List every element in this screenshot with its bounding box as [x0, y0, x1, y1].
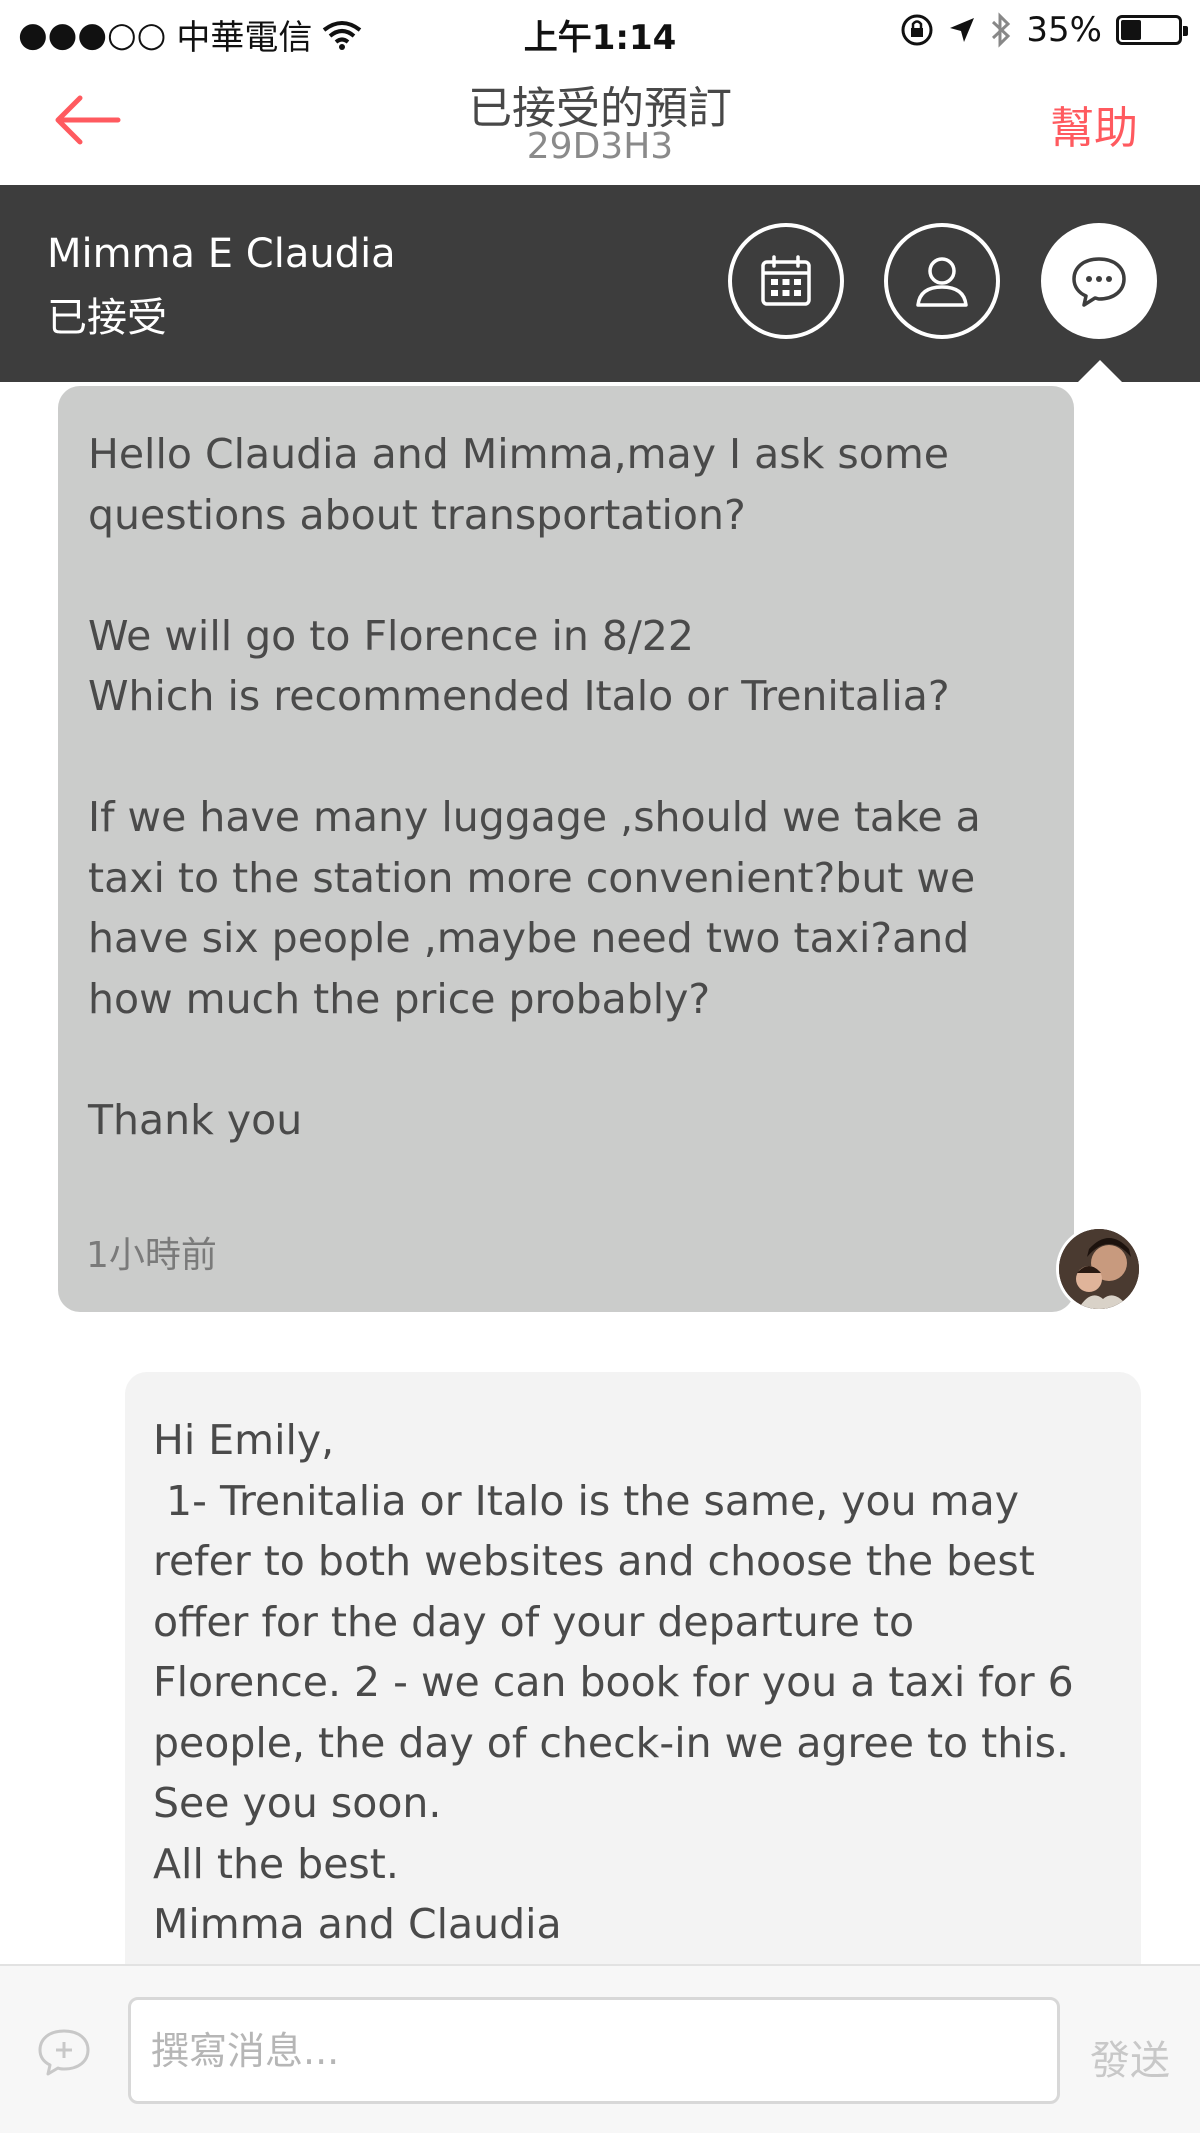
battery-percentage: 35%	[1026, 10, 1102, 50]
outgoing-message: Hi Emily, 1- Trenitalia or Italo is the …	[125, 1372, 1141, 1964]
status-bar: ●●●○○ 中華電信 上午1:14 35%	[0, 0, 1200, 60]
orientation-lock-icon	[901, 14, 933, 46]
status-bar-right: 35%	[900, 10, 1188, 50]
guest-profile-button[interactable]	[884, 223, 1000, 339]
help-button[interactable]: 幫助	[1050, 92, 1138, 156]
message-text: Hello Claudia and Mimma,may I ask some q…	[88, 430, 981, 1144]
guest-name: Mimma E Claudia	[47, 231, 396, 277]
reservation-status: 已接受	[47, 295, 167, 341]
confirmation-code: 29D3H3	[526, 126, 674, 167]
navigation-bar: 已接受的預訂 29D3H3 幫助	[0, 60, 1200, 185]
message-input[interactable]	[128, 1997, 1060, 2104]
active-tab-indicator	[1078, 360, 1122, 382]
messages-button[interactable]	[1041, 223, 1157, 339]
message-text: Hi Emily, 1- Trenitalia or Italo is the …	[153, 1416, 1074, 1948]
reservation-header: Mimma E Claudia 已接受	[0, 185, 1200, 382]
message-thread[interactable]: Hello Claudia and Mimma,may I ask some q…	[0, 382, 1200, 1964]
send-button[interactable]: 發送	[1090, 2028, 1170, 2086]
message-timestamp: 1小時前	[86, 1234, 217, 1276]
calendar-icon	[761, 255, 811, 306]
message-icon	[1072, 257, 1126, 307]
reservation-details-button[interactable]	[728, 223, 844, 339]
user-icon	[916, 257, 968, 307]
compose-message-icon	[36, 2028, 92, 2078]
incoming-message: Hello Claudia and Mimma,may I ask some q…	[58, 386, 1074, 1312]
battery-fill	[1121, 20, 1141, 40]
guest-photo	[1059, 1229, 1139, 1309]
location-arrow-icon	[950, 18, 975, 42]
battery-icon	[1116, 15, 1188, 45]
avatar[interactable]	[1056, 1226, 1142, 1312]
compose-bar: 發送	[0, 1964, 1200, 2133]
bluetooth-icon	[992, 12, 1011, 48]
